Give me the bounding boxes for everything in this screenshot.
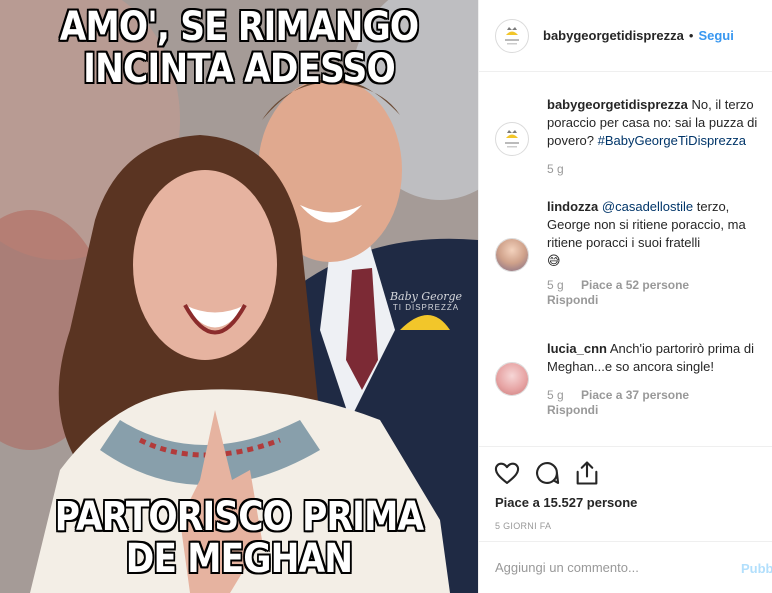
watermark-title: Baby George [389, 290, 463, 303]
caption-time[interactable]: 5 g [547, 162, 564, 176]
meme-bottom-line-2: DE MEGHAN [125, 536, 353, 582]
post-actions: Piace a 15.527 persone 5 GIORNI FA [479, 446, 772, 541]
caption-hashtag[interactable]: #BabyGeorgeTiDisprezza [598, 133, 746, 148]
post-image[interactable]: AMO', SE RIMANGO INCINTA ADESSO Baby Geo… [0, 0, 478, 593]
reply-button[interactable]: Rispondi [547, 403, 771, 418]
author-avatar-logo-icon [497, 20, 527, 51]
caption-body: babygeorgetidisprezza No, il terzo porac… [547, 96, 771, 177]
commenter-avatar-image [496, 363, 528, 395]
comment-likes[interactable]: Piace a 52 persone [581, 278, 689, 292]
watermark: Baby George TI DISPREZZA [386, 290, 466, 312]
comment-author[interactable]: lucia_cnn [547, 341, 607, 356]
author-avatar-logo-icon [497, 124, 527, 154]
reply-button[interactable]: Rispondi [547, 293, 771, 308]
publish-button[interactable]: Pubblica [741, 561, 772, 576]
meme-top-caption: AMO', SE RIMANGO INCINTA ADESSO [33, 6, 444, 90]
meme-top-line-1: AMO', SE RIMANGO [59, 4, 419, 50]
comment-input[interactable] [495, 560, 735, 575]
comment-icon[interactable] [533, 459, 561, 487]
caption-author[interactable]: babygeorgetidisprezza [547, 97, 688, 112]
comment-time[interactable]: 5 g [547, 388, 564, 402]
separator-dot: • [688, 28, 694, 43]
comment-mention[interactable]: @casadellostile [602, 199, 693, 214]
commenter-avatar[interactable] [495, 238, 529, 272]
post-header: babygeorgetidisprezza • Segui [479, 0, 772, 72]
comment-meta: 5 g Piace a 52 persone Rispondi [547, 278, 771, 308]
comment-meta: 5 g Piace a 37 persone Rispondi [547, 388, 771, 418]
meme-bottom-caption: PARTORISCO PRIMA DE MEGHAN [33, 496, 444, 580]
caption-meta: 5 g [547, 162, 771, 177]
commenter-avatar-image [496, 239, 528, 271]
author-avatar[interactable] [495, 18, 529, 53]
post-side-panel: babygeorgetidisprezza • Segui babygeorge… [478, 0, 772, 593]
meme-top-line-2: INCINTA ADESSO [83, 46, 396, 92]
meme-bottom-line-1: PARTORISCO PRIMA [54, 494, 424, 540]
comment-time[interactable]: 5 g [547, 278, 564, 292]
comment-likes[interactable]: Piace a 37 persone [581, 388, 689, 402]
likes-count[interactable]: Piace a 15.527 persone [495, 495, 637, 510]
author-username[interactable]: babygeorgetidisprezza [543, 28, 684, 43]
watermark-subtitle: TI DISPREZZA [392, 303, 460, 312]
post-date[interactable]: 5 GIORNI FA [495, 521, 551, 531]
share-icon[interactable] [573, 459, 601, 487]
comment-author[interactable]: lindozza [547, 199, 598, 214]
comment-body: lucia_cnn Anch'io partorirò prima di Meg… [547, 340, 771, 418]
caption-author-avatar[interactable] [495, 122, 529, 156]
add-comment-bar: Pubblica [479, 541, 772, 593]
follow-button[interactable]: Segui [698, 28, 733, 43]
heart-icon[interactable] [493, 459, 521, 487]
comment-body: lindozza @casadellostile terzo, George n… [547, 198, 771, 308]
comment-emoji: 😅 [547, 253, 561, 268]
commenter-avatar[interactable] [495, 362, 529, 396]
